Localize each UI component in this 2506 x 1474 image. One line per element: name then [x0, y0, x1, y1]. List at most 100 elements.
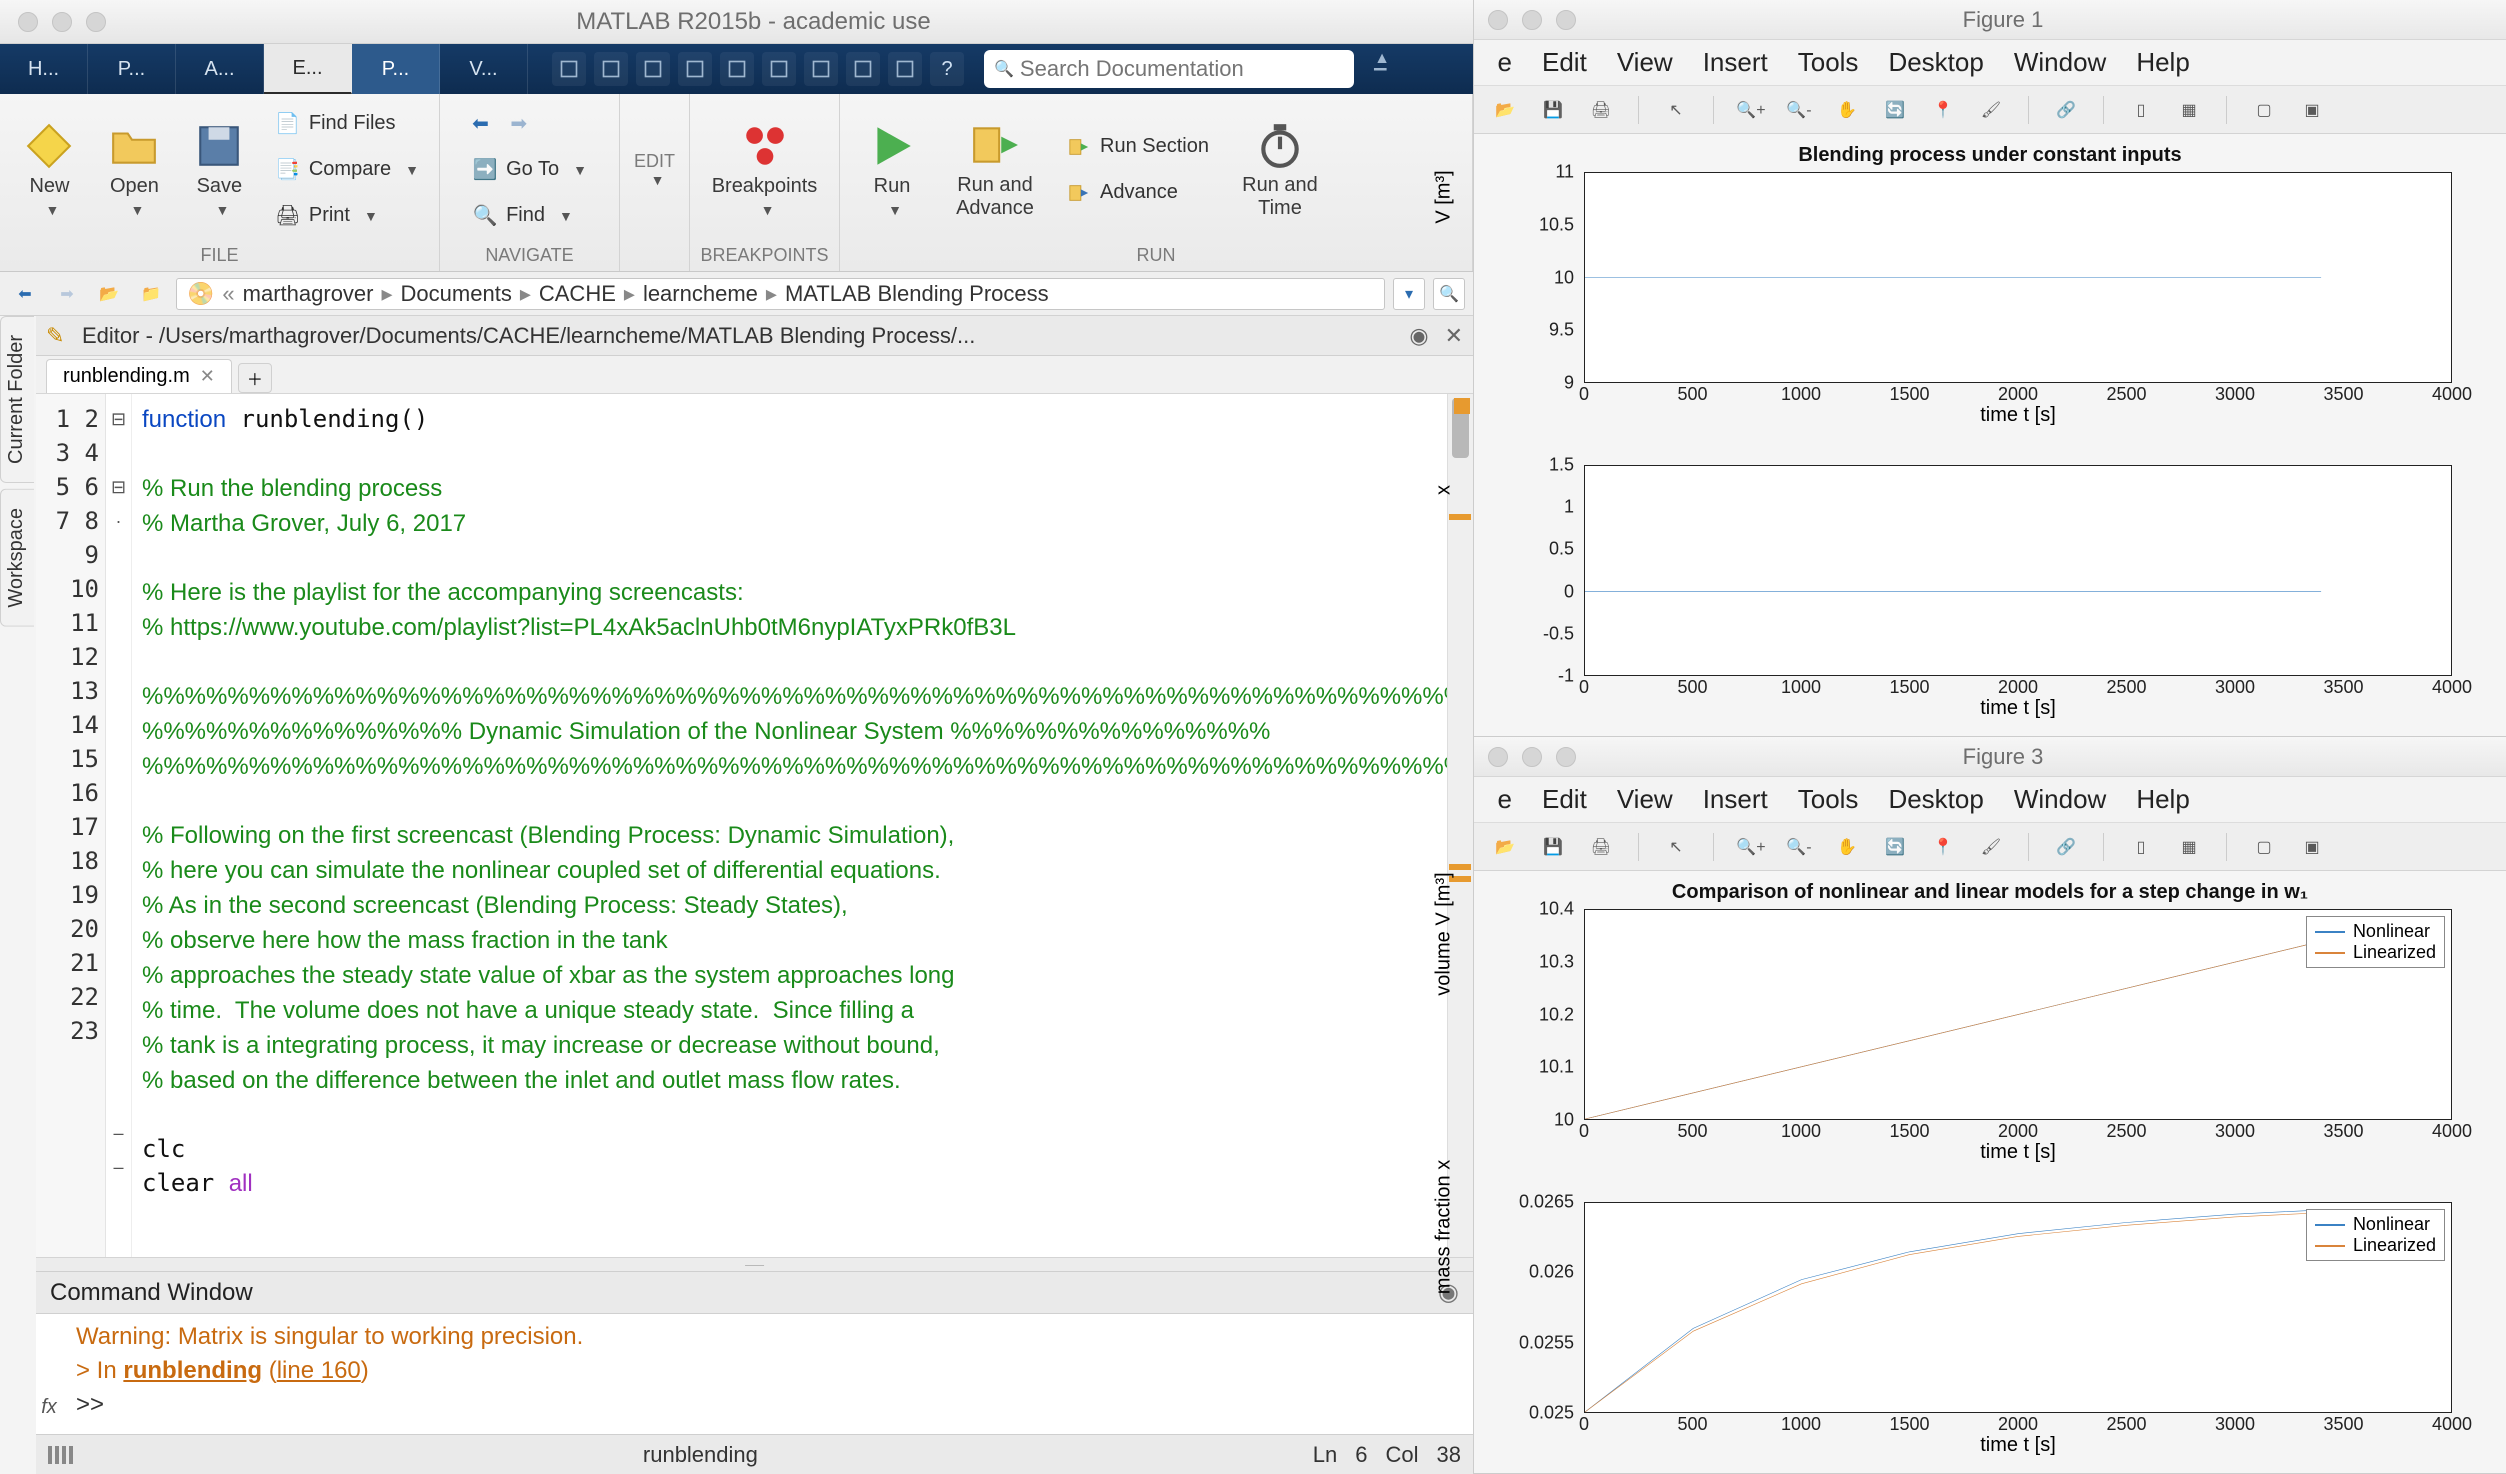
doc-search-input[interactable] [1020, 56, 1344, 82]
menu-view[interactable]: View [1617, 47, 1673, 78]
toolstrip-tab-3[interactable]: E... [264, 44, 352, 94]
zoom-traffic-light[interactable] [86, 12, 106, 32]
open-button[interactable]: Open▼ [95, 105, 174, 235]
menu-window[interactable]: Window [2014, 47, 2106, 78]
toolstrip-tab-5[interactable]: V... [440, 44, 528, 94]
breakpoints-button[interactable]: Breakpoints▼ [700, 105, 829, 235]
back-button[interactable]: ⬅ [8, 279, 42, 309]
run-and-advance-button[interactable]: Run and Advance [940, 105, 1050, 235]
file-tab-runblending[interactable]: runblending.m ✕ [46, 359, 232, 393]
plot-axes[interactable] [1584, 465, 2452, 676]
menu-tools[interactable]: Tools [1798, 784, 1859, 815]
toolstrip-tab-0[interactable]: H... [0, 44, 88, 94]
workspace-panel-tab[interactable]: Workspace [0, 489, 34, 627]
open-icon[interactable]: 📂 [1488, 93, 1522, 127]
toolstrip-tab-2[interactable]: A... [176, 44, 264, 94]
path-segment[interactable]: Documents [401, 281, 512, 307]
fig3-min[interactable] [1522, 747, 1542, 767]
line-link[interactable]: line 160 [277, 1357, 361, 1384]
compare-button[interactable]: 📑Compare▼ [265, 151, 429, 189]
legend-icon[interactable]: ▦ [2172, 93, 2206, 127]
file-menu-cut[interactable]: e [1492, 47, 1512, 78]
run-and-time-button[interactable]: Run and Time [1225, 105, 1335, 235]
run-button[interactable]: Run▼ [850, 105, 934, 235]
close-traffic-light[interactable] [18, 12, 38, 32]
editor-close-button[interactable]: ✕ [1445, 323, 1463, 349]
save-icon[interactable] [552, 52, 586, 86]
open-icon[interactable]: 📂 [1488, 830, 1522, 864]
code-text[interactable]: function runblending() % Run the blendin… [132, 394, 1473, 1257]
new-file-tab-button[interactable]: ＋ [238, 363, 272, 393]
menu-view[interactable]: View [1617, 784, 1673, 815]
current-folder-panel-tab[interactable]: Current Folder [0, 316, 34, 483]
minimize-toolstrip[interactable]: ▲▔ [1364, 44, 1400, 94]
menu-desktop[interactable]: Desktop [1888, 47, 1983, 78]
zoom-in-icon[interactable]: 🔍+ [1734, 830, 1768, 864]
path-separator[interactable]: ▸ [766, 281, 777, 307]
brush-icon[interactable]: 🖌 [1974, 93, 2008, 127]
datatip-icon[interactable]: 📍 [1926, 830, 1960, 864]
path-segment[interactable]: CACHE [539, 281, 616, 307]
menu-tools[interactable]: Tools [1798, 47, 1859, 78]
goto-button[interactable]: ➡️Go To▼ [462, 151, 597, 189]
cut-icon[interactable] [636, 52, 670, 86]
copy-icon[interactable] [678, 52, 712, 86]
minimize-traffic-light[interactable] [52, 12, 72, 32]
menu-help[interactable]: Help [2136, 784, 2189, 815]
edit-dropdown[interactable]: ▼ [634, 172, 675, 188]
rotate-icon[interactable]: 🔄 [1878, 93, 1912, 127]
undo-icon[interactable] [762, 52, 796, 86]
datatip-icon[interactable]: 📍 [1926, 93, 1960, 127]
file-menu-cut[interactable]: e [1492, 784, 1512, 815]
menu-window[interactable]: Window [2014, 784, 2106, 815]
hide-plot-tools-icon[interactable]: ▢ [2247, 830, 2281, 864]
up-folder-button[interactable]: 📂 [92, 279, 126, 309]
menu-insert[interactable]: Insert [1703, 47, 1768, 78]
figure-1-axes-2[interactable]: -1-0.500.511.505001000150020002500300035… [1504, 437, 2476, 722]
fx-icon[interactable]: fx [34, 1390, 64, 1424]
pan-icon[interactable]: ✋ [1830, 830, 1864, 864]
path-separator[interactable]: ▸ [382, 281, 393, 307]
legend[interactable]: NonlinearLinearized [2306, 916, 2445, 968]
save-icon[interactable]: 💾 [1536, 93, 1570, 127]
colorbar-icon[interactable]: ▯ [2124, 93, 2158, 127]
forward-button[interactable]: ➡ [50, 279, 84, 309]
fig3-zoom[interactable] [1556, 747, 1576, 767]
show-plot-tools-icon[interactable]: ▣ [2295, 93, 2329, 127]
pan-icon[interactable]: ✋ [1830, 93, 1864, 127]
print-icon[interactable]: 🖨 [1584, 93, 1618, 127]
fig1-close[interactable] [1488, 10, 1508, 30]
code-editor[interactable]: 1 2 3 4 5 6 7 8 9 10 11 12 13 14 15 16 1… [36, 394, 1473, 1257]
command-window-body[interactable]: fx Warning: Matrix is singular to workin… [36, 1314, 1473, 1434]
advance-button[interactable]: Advance [1056, 174, 1219, 212]
runblending-link[interactable]: runblending [123, 1357, 262, 1384]
save-button[interactable]: Save▼ [180, 105, 259, 235]
fold-column[interactable]: ⊟ ⊟· –– [106, 394, 132, 1257]
print-button[interactable]: 🖨Print▼ [265, 197, 429, 235]
browse-button[interactable]: 📁 [134, 279, 168, 309]
find-button[interactable]: 🔍Find▼ [462, 197, 597, 235]
editor-actions-menu[interactable]: ◉ [1409, 323, 1428, 349]
menu-edit[interactable]: Edit [1542, 47, 1587, 78]
save-icon[interactable]: 💾 [1536, 830, 1570, 864]
find-files-button[interactable]: 📄Find Files [265, 105, 429, 143]
doc-search[interactable]: 🔍 [984, 50, 1354, 88]
rotate-icon[interactable]: 🔄 [1878, 830, 1912, 864]
pointer-icon[interactable]: ↖ [1659, 93, 1693, 127]
address-dropdown[interactable]: ▾ [1393, 278, 1425, 310]
new-button[interactable]: New▼ [10, 105, 89, 235]
zoom-out-icon[interactable]: 🔍- [1782, 830, 1816, 864]
hide-plot-tools-icon[interactable]: ▢ [2247, 93, 2281, 127]
plot-axes[interactable] [1584, 172, 2452, 383]
paste-icon[interactable] [720, 52, 754, 86]
figure-3-axes-2[interactable]: NonlinearLinearized0.0250.02550.0260.026… [1504, 1174, 2476, 1459]
nav-back-forward[interactable]: ⬅ ➡ [462, 105, 597, 143]
path-separator[interactable]: ▸ [520, 281, 531, 307]
colorbar-icon[interactable]: ▯ [2124, 830, 2158, 864]
menu-help[interactable]: Help [2136, 47, 2189, 78]
save-all-icon[interactable] [594, 52, 628, 86]
print-icon[interactable]: 🖨 [1584, 830, 1618, 864]
editor-resize-handle[interactable]: ⸺ [36, 1257, 1473, 1271]
fig1-zoom[interactable] [1556, 10, 1576, 30]
toolstrip-tab-4[interactable]: P... [352, 44, 440, 94]
